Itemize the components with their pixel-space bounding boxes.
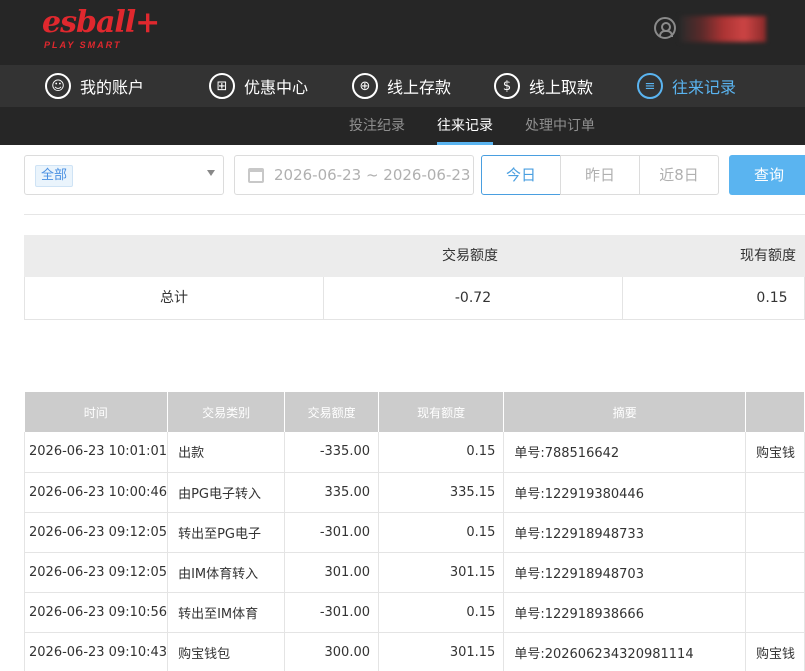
col-header-balance: 现有额度 xyxy=(378,392,505,432)
records-icon: ≡ xyxy=(637,73,663,99)
cell-summary: 单号:788516642 xyxy=(503,432,747,473)
logo-tagline: PLAY SMART xyxy=(44,40,122,50)
chevron-down-icon xyxy=(207,170,215,176)
divider xyxy=(24,214,805,215)
col-header-summary: 摘要 xyxy=(503,392,747,432)
cell-time: 2026-06-23 10:00:46 xyxy=(23,472,169,513)
esball-logo[interactable]: esball+ PLAY SMART xyxy=(42,5,160,51)
cell-extra xyxy=(745,512,805,553)
logo-text: esball+ xyxy=(42,5,160,40)
cell-balance: 0.15 xyxy=(378,432,505,473)
user-avatar-icon[interactable] xyxy=(654,17,676,39)
nav-label: 优惠中心 xyxy=(244,78,309,97)
cell-amount: 300.00 xyxy=(284,632,379,671)
nav-item-deposit[interactable]: ⊕ 线上存款 xyxy=(352,65,451,107)
nav-label: 我的账户 xyxy=(80,78,145,97)
cell-type: 出款 xyxy=(167,432,286,473)
subnav-transactions[interactable]: 往来记录 xyxy=(437,107,493,145)
date-range-input[interactable]: 2026-06-23 ~ 2026-06-23 xyxy=(234,155,474,195)
cell-amount: 335.00 xyxy=(284,472,379,513)
summary-balance: 0.15 xyxy=(756,290,788,306)
nav-label: 线上存款 xyxy=(387,78,452,97)
date-range-text: 2026-06-23 ~ 2026-06-23 xyxy=(274,166,471,184)
cell-type: 由IM体育转入 xyxy=(167,552,286,593)
cell-summary: 单号:122918938666 xyxy=(503,592,747,633)
table-row: 2026-06-23 09:12:05 由IM体育转入 301.00 301.1… xyxy=(23,552,805,593)
cell-summary: 单号:122918948703 xyxy=(503,552,747,593)
calendar-icon xyxy=(248,167,264,183)
cell-summary: 单号:122919380446 xyxy=(503,472,747,513)
cell-summary: 单号:202606234320981114 xyxy=(503,632,747,671)
table-row: 2026-06-23 10:00:46 由PG电子转入 335.00 335.1… xyxy=(23,472,805,513)
username-redacted[interactable] xyxy=(680,16,766,42)
nav-item-promotions[interactable]: ⊞ 优惠中心 xyxy=(209,65,308,107)
range-8days-button[interactable]: 近8日 xyxy=(639,155,719,195)
cell-time: 2026-06-23 09:12:05 xyxy=(23,512,169,553)
cell-extra xyxy=(745,592,805,633)
cell-balance: 335.15 xyxy=(378,472,505,513)
table-row: 2026-06-23 09:10:43 购宝钱包 300.00 301.15 单… xyxy=(23,632,805,671)
top-header: esball+ PLAY SMART xyxy=(0,0,805,65)
nav-label: 往来记录 xyxy=(672,78,737,97)
summary-total-label: 总计 xyxy=(160,290,188,306)
withdraw-icon: $ xyxy=(494,73,520,99)
table-row: 2026-06-23 09:10:56 转出至IM体育 -301.00 0.15… xyxy=(23,592,805,633)
cell-amount: -301.00 xyxy=(284,592,379,633)
cell-extra xyxy=(745,552,805,593)
col-header-amount: 交易额度 xyxy=(284,392,379,432)
sub-nav: 投注纪录 往来记录 处理中订单 xyxy=(0,107,805,145)
cell-balance: 301.15 xyxy=(378,632,505,671)
deposit-icon: ⊕ xyxy=(352,73,378,99)
nav-item-records[interactable]: ≡ 往来记录 xyxy=(637,65,736,107)
summary-row: 总计 -0.72 0.15 xyxy=(24,277,805,320)
cell-type: 转出至PG电子 xyxy=(167,512,286,553)
cell-extra: 购宝钱 xyxy=(745,632,805,671)
cell-balance: 0.15 xyxy=(378,592,505,633)
subnav-bet-records[interactable]: 投注纪录 xyxy=(349,107,405,145)
nav-item-withdraw[interactable]: $ 线上取款 xyxy=(494,65,593,107)
gift-icon: ⊞ xyxy=(209,73,235,99)
range-yesterday-button[interactable]: 昨日 xyxy=(560,155,640,195)
cell-time: 2026-06-23 09:10:56 xyxy=(23,592,169,633)
nav-label: 线上取款 xyxy=(529,78,594,97)
cell-time: 2026-06-23 10:01:01 xyxy=(23,432,169,473)
cell-amount: -335.00 xyxy=(284,432,379,473)
cell-extra: 购宝钱 xyxy=(745,432,805,473)
nav-item-my-account[interactable]: ☺ 我的账户 xyxy=(45,65,144,107)
main-nav: ☺ 我的账户 ⊞ 优惠中心 ⊕ 线上存款 $ 线上取款 ≡ 往来记录 xyxy=(0,65,805,107)
user-icon: ☺ xyxy=(45,73,71,99)
cell-type: 购宝钱包 xyxy=(167,632,286,671)
table-row: 2026-06-23 10:01:01 出款 -335.00 0.15 单号:7… xyxy=(23,432,805,473)
table-row: 2026-06-23 09:12:05 转出至PG电子 -301.00 0.15… xyxy=(23,512,805,553)
cell-extra xyxy=(745,472,805,513)
cell-type: 转出至IM体育 xyxy=(167,592,286,633)
cell-time: 2026-06-23 09:10:43 xyxy=(23,632,169,671)
cell-balance: 0.15 xyxy=(378,512,505,553)
subnav-pending-orders[interactable]: 处理中订单 xyxy=(525,107,595,145)
summary-amount: -0.72 xyxy=(454,290,492,306)
summary-header-amount: 交易额度 xyxy=(442,248,498,264)
cell-type: 由PG电子转入 xyxy=(167,472,286,513)
col-header-type: 交易类别 xyxy=(167,392,286,432)
range-today-button[interactable]: 今日 xyxy=(481,155,561,195)
col-header-extra xyxy=(745,392,805,432)
summary-header: 交易额度 现有额度 xyxy=(24,235,805,277)
query-button[interactable]: 查询 xyxy=(729,155,805,195)
transactions-table: 时间 交易类别 交易额度 现有额度 摘要 2026-06-23 10:01:01… xyxy=(23,392,805,671)
cell-time: 2026-06-23 09:12:05 xyxy=(23,552,169,593)
category-tag: 全部 xyxy=(35,165,74,187)
summary-header-balance: 现有额度 xyxy=(740,248,796,264)
cell-amount: 301.00 xyxy=(284,552,379,593)
cell-amount: -301.00 xyxy=(284,512,379,553)
cell-summary: 单号:122918948733 xyxy=(503,512,747,553)
cell-balance: 301.15 xyxy=(378,552,505,593)
category-select[interactable]: 全部 xyxy=(24,155,224,195)
col-header-time: 时间 xyxy=(24,392,169,432)
table-header-row: 时间 交易类别 交易额度 现有额度 摘要 xyxy=(24,392,805,432)
